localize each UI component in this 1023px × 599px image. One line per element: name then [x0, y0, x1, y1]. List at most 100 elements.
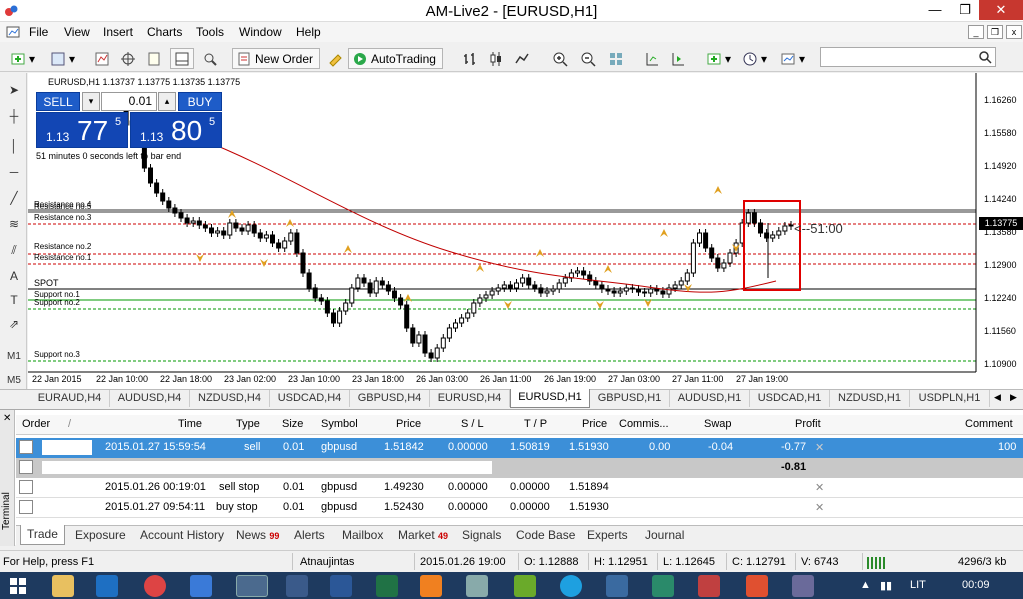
col-sl[interactable]: S / L	[461, 418, 484, 430]
col-price[interactable]: Price	[396, 418, 421, 430]
new-order-button[interactable]: New Order	[232, 48, 321, 69]
arrows-tool-icon[interactable]: ⇗	[5, 317, 23, 335]
excel-icon[interactable]	[376, 575, 398, 597]
tab-eurusd-h4[interactable]: EURUSD,H4	[430, 390, 510, 407]
channel-tool-icon[interactable]: ⫽	[5, 243, 23, 261]
templates-button[interactable]: ▾	[776, 48, 806, 69]
autotrading-button[interactable]: AutoTrading	[348, 48, 443, 69]
col-symbol[interactable]: Symbol	[321, 418, 358, 430]
candlestick-button[interactable]	[484, 48, 508, 69]
horizontal-line-tool-icon[interactable]: ─	[5, 165, 23, 183]
tab-alerts[interactable]: Alerts	[294, 528, 325, 542]
tab-market[interactable]: Market 49	[398, 528, 448, 542]
menu-view[interactable]: View	[64, 25, 90, 39]
zoom-in-button[interactable]	[548, 48, 572, 69]
menu-window[interactable]: Window	[239, 25, 282, 39]
col-comment[interactable]: Comment	[965, 418, 1013, 430]
chart-window-icon[interactable]	[6, 25, 20, 39]
tab-gbpusd-h1[interactable]: GBPUSD,H1	[590, 390, 670, 407]
buy-price-button[interactable]: 1.13 80 5	[130, 112, 222, 148]
col-order[interactable]: Order	[22, 418, 50, 430]
line-chart-button[interactable]	[510, 48, 534, 69]
search-icon[interactable]	[978, 50, 992, 64]
periods-button[interactable]: ▾	[738, 48, 768, 69]
tab-usdcad-h4[interactable]: USDCAD,H4	[270, 390, 350, 407]
tester-button[interactable]	[198, 48, 222, 69]
table-row[interactable]: 2015.01.27 15:59:54 sell 0.01 gbpusd 1.5…	[16, 438, 1023, 458]
torrent-icon[interactable]	[514, 575, 536, 597]
market-watch-button[interactable]	[90, 48, 114, 69]
data-window-button[interactable]	[116, 48, 140, 69]
tab-code-base[interactable]: Code Base	[516, 528, 575, 542]
clock[interactable]: 00:09	[962, 579, 990, 591]
menu-charts[interactable]: Charts	[147, 25, 182, 39]
chrome-icon[interactable]	[144, 575, 166, 597]
menu-tools[interactable]: Tools	[196, 25, 224, 39]
tab-euraud-h4[interactable]: EURAUD,H4	[30, 390, 110, 407]
tab-usdpln-h1[interactable]: USDPLN,H1	[910, 390, 990, 407]
col-type[interactable]: Type	[236, 418, 260, 430]
tab-nzdusd-h4[interactable]: NZDUSD,H4	[190, 390, 270, 407]
col-profit[interactable]: Profit	[795, 418, 821, 430]
text-tool-icon[interactable]: A	[5, 269, 23, 287]
menu-file[interactable]: File	[29, 25, 48, 39]
vlc-icon[interactable]	[420, 575, 442, 597]
tab-news[interactable]: News 99	[236, 528, 279, 542]
bar-chart-button[interactable]	[458, 48, 482, 69]
table-row[interactable]: 2015.01.26 00:19:01 sell stop 0.01 gbpus…	[16, 478, 1023, 498]
sell-price-button[interactable]: 1.13 77 5	[36, 112, 128, 148]
tray-expand-icon[interactable]: ▲	[860, 579, 871, 591]
search-input[interactable]	[820, 47, 996, 67]
menu-insert[interactable]: Insert	[103, 25, 133, 39]
app-icon-2[interactable]	[652, 575, 674, 597]
tab-nzdusd-h1[interactable]: NZDUSD,H1	[830, 390, 910, 407]
col-current-price[interactable]: Price	[582, 418, 607, 430]
mdi-restore-button[interactable]: ❐	[987, 25, 1003, 39]
tab-usdcad-h1[interactable]: USDCAD,H1	[750, 390, 830, 407]
menu-help[interactable]: Help	[296, 25, 321, 39]
tab-exposure[interactable]: Exposure	[75, 528, 126, 542]
lot-decrease-button[interactable]: ▾	[82, 92, 100, 111]
tab-gbpusd-h4[interactable]: GBPUSD,H4	[350, 390, 430, 407]
col-swap[interactable]: Swap	[704, 418, 732, 430]
buy-button[interactable]: BUY	[178, 92, 222, 111]
chart-shift-button[interactable]	[640, 48, 664, 69]
tray-network-icon[interactable]: ▮▮	[880, 579, 892, 592]
tab-mailbox[interactable]: Mailbox	[342, 528, 383, 542]
profiles-button[interactable]: ▾	[46, 48, 76, 69]
col-commission[interactable]: Commis...	[619, 418, 669, 430]
terminal-close-icon[interactable]: ✕	[3, 413, 11, 424]
mdi-close-button[interactable]: x	[1006, 25, 1022, 39]
vertical-line-tool-icon[interactable]: │	[5, 139, 23, 157]
lot-size-input[interactable]: 0.01	[101, 92, 157, 111]
skype-icon[interactable]	[560, 575, 582, 597]
metatrader-taskbar-icon[interactable]	[236, 575, 268, 597]
tab-signals[interactable]: Signals	[462, 528, 501, 542]
row-close-icon[interactable]: ✕	[815, 501, 824, 514]
app-icon[interactable]	[606, 575, 628, 597]
col-tp[interactable]: T / P	[524, 418, 547, 430]
col-size[interactable]: Size	[282, 418, 303, 430]
app-icon-4[interactable]	[746, 575, 768, 597]
period-m1-button[interactable]: M1	[5, 351, 23, 369]
fibonacci-tool-icon[interactable]: ≋	[5, 217, 23, 235]
autoscroll-button[interactable]	[666, 48, 690, 69]
close-button[interactable]: ✕	[979, 0, 1023, 20]
trendline-tool-icon[interactable]: ╱	[5, 191, 23, 209]
app-icon-3[interactable]	[698, 575, 720, 597]
navigator-button[interactable]	[142, 48, 166, 69]
tab-experts[interactable]: Experts	[587, 528, 628, 542]
sell-button[interactable]: SELL	[36, 92, 80, 111]
tab-eurusd-h1[interactable]: EURUSD,H1	[510, 389, 590, 408]
terminal-toggle-button[interactable]	[170, 48, 194, 69]
zoom-out-button[interactable]	[576, 48, 600, 69]
outlook-icon[interactable]	[96, 575, 118, 597]
lot-increase-button[interactable]: ▴	[158, 92, 176, 111]
start-button-icon[interactable]	[10, 578, 26, 594]
tab-account-history[interactable]: Account History	[140, 528, 224, 542]
mdi-minimize-button[interactable]: _	[968, 25, 984, 39]
tab-audusd-h1[interactable]: AUDUSD,H1	[670, 390, 750, 407]
row-close-icon[interactable]: ✕	[815, 441, 824, 454]
table-row[interactable]: 2015.01.27 09:54:11 buy stop 0.01 gbpusd…	[16, 498, 1023, 518]
word-icon[interactable]	[330, 575, 352, 597]
